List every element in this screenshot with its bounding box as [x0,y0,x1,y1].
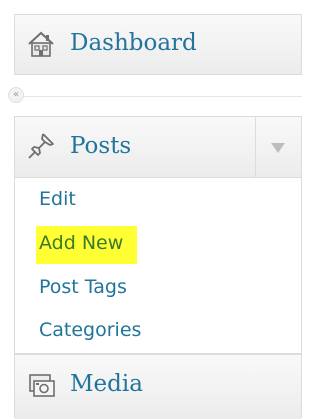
submenu-item-categories[interactable]: Categories [39,319,141,341]
dropdown-arrow-icon [271,143,285,153]
submenu-item-post-tags[interactable]: Post Tags [39,276,127,298]
menu-dashboard-label[interactable]: Dashboard [70,30,197,56]
submenu-item-edit[interactable]: Edit [39,188,76,210]
menu-posts-head[interactable]: Posts [15,117,301,177]
menu-dashboard-head[interactable]: Dashboard [15,15,301,74]
media-camera-icon [26,372,56,404]
menu-separator [14,96,302,97]
menu-posts-label[interactable]: Posts [70,133,131,159]
menu-media[interactable]: Media [14,354,302,419]
menu-media-label[interactable]: Media [70,371,143,397]
collapse-arrow-icon[interactable]: « [8,87,24,103]
menu-dashboard[interactable]: Dashboard [14,14,302,75]
posts-submenu: Edit Add New Post Tags Categories [15,177,301,353]
posts-toggle-button[interactable] [255,117,301,177]
submenu-item-add-new[interactable]: Add New [36,226,138,264]
pushpin-icon [26,131,56,165]
home-icon [26,30,56,62]
menu-posts: Posts Edit Add New Post Tags Categories [14,116,302,354]
menu-media-head[interactable]: Media [15,355,301,419]
